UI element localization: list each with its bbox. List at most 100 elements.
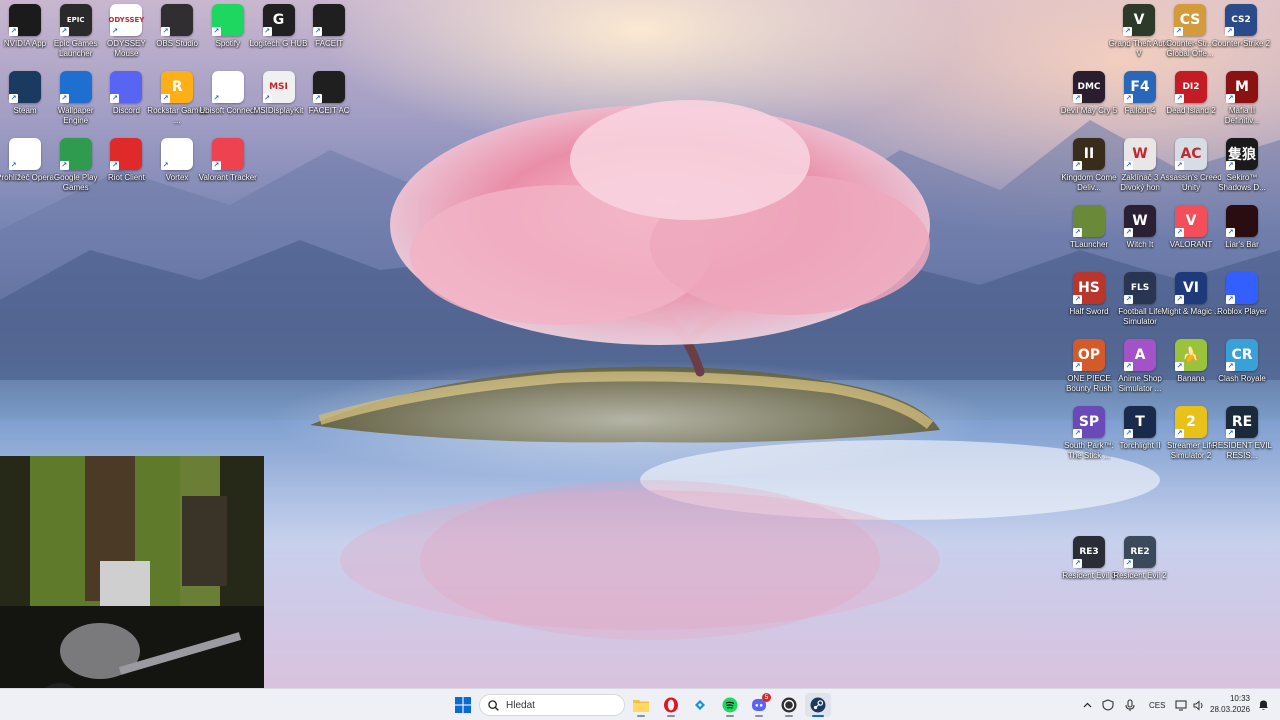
icon-glyph: A xyxy=(1134,347,1146,363)
desktop-shortcut[interactable]: ↗ OBS Studio xyxy=(150,4,204,66)
desktop-shortcut[interactable]: VI ↗ Might & Magic ... xyxy=(1161,272,1221,334)
desktop-shortcut[interactable]: CS ↗ Counter-Str... Global Offe... xyxy=(1163,4,1217,66)
desktop-shortcut[interactable]: 🍌 ↗ Banana xyxy=(1164,339,1218,401)
input-language-indicator[interactable]: CES xyxy=(1149,701,1165,710)
icon-glyph: W xyxy=(1132,213,1148,229)
shortcut-arrow-icon: ↗ xyxy=(1175,362,1184,371)
volume-icon xyxy=(1193,699,1203,711)
desktop-shortcut[interactable]: DI2 ↗ Dead Island 2 xyxy=(1164,71,1218,133)
taskbar-app-discord[interactable]: 5 xyxy=(746,693,772,717)
desktop-shortcut[interactable]: RE ↗ RESIDENT EVIL RESIS... xyxy=(1212,406,1272,468)
desktop-shortcut[interactable]: OP ↗ ONE PIECE Bounty Rush xyxy=(1062,339,1116,401)
clash-royale-icon: CR ↗ xyxy=(1226,339,1258,371)
clock-button[interactable]: 10:33 28.03.2026 xyxy=(1210,694,1250,715)
desktop-shortcut[interactable]: T ↗ Torchlight II xyxy=(1113,406,1167,468)
desktop-shortcut[interactable]: HS ↗ Half Sword xyxy=(1062,272,1116,334)
fallout-4-icon: F4 ↗ xyxy=(1124,71,1156,103)
desktop-shortcut[interactable]: W ↗ Zaklínač 3 Divoký hon xyxy=(1113,138,1167,200)
desktop-shortcut[interactable]: ↗ Liar's Bar xyxy=(1215,205,1269,267)
desktop-shortcut[interactable]: RE3 ↗ Resident Evil 3 xyxy=(1062,536,1116,598)
tray-network-volume-button[interactable] xyxy=(1170,693,1210,717)
notifications-button[interactable] xyxy=(1252,693,1274,717)
icon-glyph: T xyxy=(1135,414,1145,430)
one-piece-icon: OP ↗ xyxy=(1073,339,1105,371)
desktop-shortcut[interactable]: 2 ↗ Streamer Life Simulator 2 xyxy=(1164,406,1218,468)
clock-time: 10:33 xyxy=(1229,694,1250,703)
icon-glyph: DI2 xyxy=(1182,82,1200,92)
desktop-shortcut[interactable]: G ↗ Logitech G HUB xyxy=(250,4,307,66)
desktop-shortcut[interactable]: ↗ TLauncher xyxy=(1062,205,1116,267)
desktop-shortcut[interactable]: SP ↗ South Park™: The Stick ... xyxy=(1062,406,1116,468)
taskbar-search-box[interactable]: Hledat xyxy=(479,694,625,716)
taskbar-app-obs[interactable] xyxy=(776,693,802,717)
shortcut-arrow-icon: ↗ xyxy=(1226,362,1235,371)
desktop-shortcut[interactable]: CS2 ↗ Counter-Strike 2 xyxy=(1212,4,1270,66)
taskbar-app-opera[interactable] xyxy=(658,693,684,717)
clock-date: 28.03.2026 xyxy=(1210,705,1251,714)
shortcut-arrow-icon: ↗ xyxy=(1124,228,1133,237)
copilot-icon xyxy=(692,697,708,713)
tray-security-button[interactable] xyxy=(1098,693,1118,717)
desktop-shortcut[interactable]: CR ↗ Clash Royale xyxy=(1215,339,1269,401)
desktop-shortcut[interactable]: ↗ Ubisoft Connect xyxy=(199,71,256,133)
south-park-icon: SP ↗ xyxy=(1073,406,1105,438)
desktop-shortcut-label: Clash Royale xyxy=(1218,374,1266,383)
webcam-feed-image xyxy=(0,456,264,720)
desktop-shortcut[interactable]: FLS ↗ Football Life Simulator xyxy=(1113,272,1167,334)
desktop-shortcut[interactable]: ↗ FACEIT AC xyxy=(302,71,356,133)
desktop-shortcut[interactable]: MSI ↗ MSIDisplayKit xyxy=(252,71,306,133)
desktop-shortcut-label: Valorant Tracker xyxy=(198,173,257,182)
desktop-shortcut[interactable]: ↗ Wallpaper Engine xyxy=(49,71,103,133)
faceit-icon: ↗ xyxy=(313,4,346,36)
icon-glyph: RE xyxy=(1231,414,1253,430)
desktop-shortcut[interactable]: ↗ Google Play Games xyxy=(49,138,103,200)
desktop-shortcut[interactable]: R ↗ Rockstar Games ... xyxy=(147,71,207,133)
show-hidden-icons-button[interactable] xyxy=(1076,693,1098,717)
desktop-shortcut[interactable]: W ↗ Witch It xyxy=(1113,205,1167,267)
icon-glyph: AC xyxy=(1180,146,1202,162)
discord-icon: ↗ xyxy=(110,71,143,103)
shortcut-arrow-icon: ↗ xyxy=(59,161,69,170)
desktop-shortcut[interactable]: ↗ Valorant Tracker xyxy=(199,138,257,200)
shortcut-arrow-icon: ↗ xyxy=(1124,362,1133,371)
start-button[interactable] xyxy=(450,693,476,717)
desktop-shortcut[interactable]: 隻狼 ↗ Sekiro™ Shadows D... xyxy=(1215,138,1269,200)
desktop-shortcut[interactable]: ↗ Roblox Player xyxy=(1215,272,1269,334)
taskbar-app-steam[interactable] xyxy=(805,693,831,717)
desktop-shortcut-label: Mafia II Definitiv... xyxy=(1224,106,1260,125)
desktop-shortcut[interactable]: DMC ↗ Devil May Cry 5 xyxy=(1061,71,1117,133)
taskbar: Hledat 5 CES 10:33 28.03.2026 xyxy=(0,688,1280,720)
desktop-shortcut[interactable]: ↗ FACEIT xyxy=(302,4,356,66)
icon-glyph: RE3 xyxy=(1079,547,1099,557)
steam-icon: ↗ xyxy=(9,71,41,103)
desktop-shortcut[interactable]: ↗ Riot Client xyxy=(99,138,153,200)
shortcut-arrow-icon: ↗ xyxy=(1073,429,1082,438)
taskbar-app-spotify[interactable] xyxy=(717,693,743,717)
shortcut-arrow-icon: ↗ xyxy=(1073,559,1082,568)
desktop-shortcut[interactable]: II ↗ Kingdom Come Deliv... xyxy=(1061,138,1117,200)
tray-microphone-button[interactable] xyxy=(1120,693,1140,717)
desktop-shortcut[interactable]: ↗ Spotify xyxy=(201,4,255,66)
msi-displaykit-icon: MSI ↗ xyxy=(262,71,295,103)
shortcut-arrow-icon: ↗ xyxy=(1175,429,1184,438)
spotify-icon: ↗ xyxy=(211,4,244,36)
icon-glyph: W xyxy=(1132,146,1148,162)
desktop-shortcut[interactable]: RE2 ↗ Resident Evil 2 xyxy=(1113,536,1167,598)
desktop-shortcut[interactable]: A ↗ Anime Shop Simulator ... xyxy=(1113,339,1167,401)
epic-games-icon: EPIC ↗ xyxy=(59,4,92,36)
taskbar-app-file-explorer[interactable] xyxy=(628,693,654,717)
icon-glyph: 🍌 xyxy=(1182,347,1200,363)
icon-glyph: G xyxy=(272,12,285,28)
icon-glyph: R xyxy=(171,79,183,95)
desktop-shortcut[interactable]: AC ↗ Assassin's Creed Unity xyxy=(1160,138,1222,200)
desktop-shortcut[interactable]: V ↗ Grand Theft Auto V xyxy=(1109,4,1169,66)
desktop-shortcut[interactable]: ↗ Vortex xyxy=(150,138,204,200)
icon-glyph: F4 xyxy=(1130,79,1150,95)
taskbar-app-copilot[interactable] xyxy=(687,693,713,717)
desktop-shortcut[interactable]: V ↗ VALORANT xyxy=(1164,205,1218,267)
shortcut-arrow-icon: ↗ xyxy=(161,27,171,36)
desktop-shortcut[interactable]: M ↗ Mafia II Definitiv... xyxy=(1215,71,1269,133)
webcam-overlay xyxy=(0,456,264,720)
desktop-shortcut[interactable]: F4 ↗ Fallout 4 xyxy=(1113,71,1167,133)
desktop-shortcut[interactable]: ODYSSEY ↗ ODYSSEY Mouse xyxy=(99,4,153,66)
